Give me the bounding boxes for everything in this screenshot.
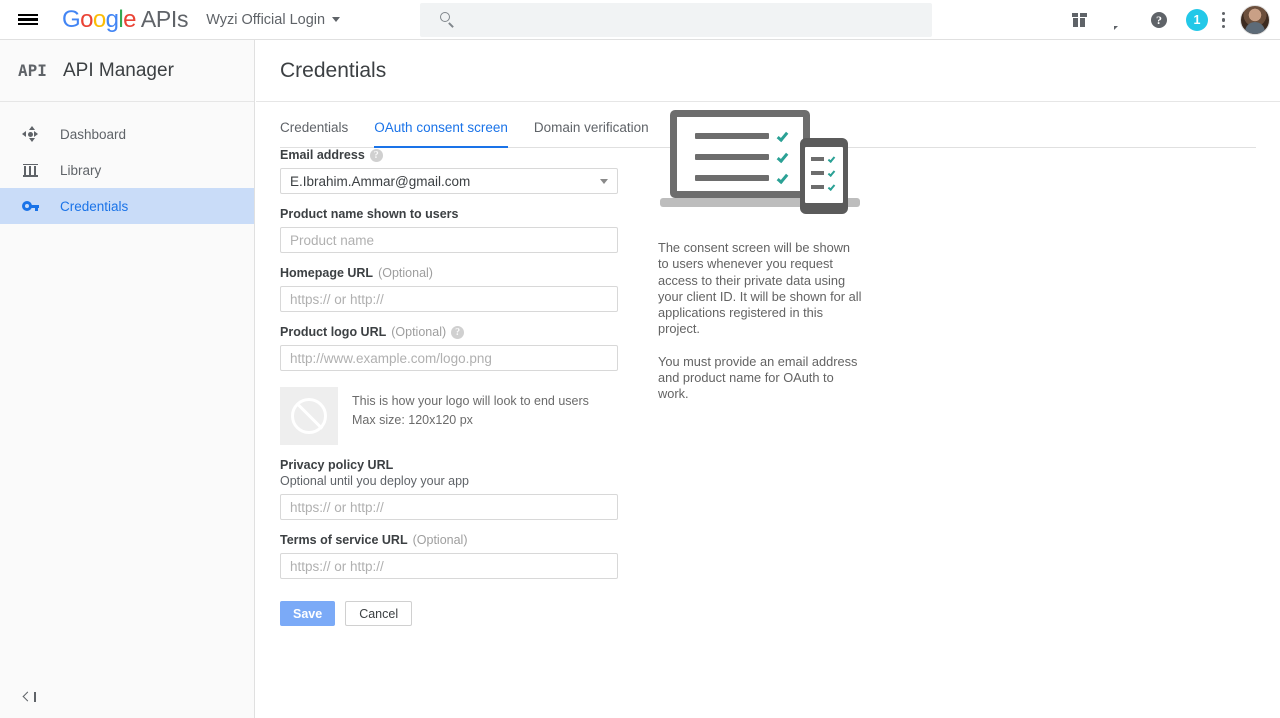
info-text-block: The consent screen will be shown to user… (658, 240, 863, 403)
help-circle-icon[interactable]: ? (369, 148, 383, 162)
product-name-label-text: Product name shown to users (280, 207, 459, 221)
main-content: Credentials Credentials OAuth consent sc… (256, 40, 1280, 718)
logo-preview-notes: This is how your logo will look to end u… (352, 387, 589, 430)
apis-wordmark: APIs (140, 5, 189, 32)
menu-bar (18, 18, 38, 21)
form-actions: Save Cancel (280, 601, 1280, 626)
top-app-bar: Google APIs Wyzi Official Login ? 1 (0, 0, 1280, 40)
notifications-icon[interactable] (1106, 7, 1132, 33)
chevron-down-icon (332, 17, 341, 22)
field-label: Privacy policy URL (280, 458, 1280, 472)
field-label: Terms of service URL (Optional) (280, 533, 1280, 547)
info-paragraph-1: The consent screen will be shown to user… (658, 240, 862, 337)
sidebar-item-credentials[interactable]: Credentials (0, 188, 254, 224)
sidebar-item-label: Dashboard (60, 126, 127, 142)
search-input[interactable] (470, 11, 910, 29)
logo-note-line2: Max size: 120x120 px (352, 413, 473, 427)
tab-credentials[interactable]: Credentials (280, 120, 348, 148)
privacy-policy-url-label-text: Privacy policy URL (280, 458, 394, 472)
dashboard-icon (0, 126, 60, 142)
sidebar-item-label: Credentials (60, 198, 129, 214)
chevron-down-icon (600, 179, 608, 184)
save-button[interactable]: Save (280, 601, 336, 626)
project-name-label: Wyzi Official Login (206, 11, 326, 28)
laptop-graphic (670, 110, 810, 198)
email-select[interactable]: E.Ibrahim.Ammar@gmail.com (280, 168, 618, 194)
sidebar: API API Manager Dashboard Library Creden… (0, 40, 255, 718)
menu-bar (18, 22, 38, 26)
sidebar-item-library[interactable]: Library (0, 152, 254, 188)
key-icon (0, 200, 60, 212)
email-selected-value: E.Ibrahim.Ammar@gmail.com (290, 173, 471, 189)
homepage-url-input[interactable] (280, 286, 618, 312)
help-icon[interactable]: ? (1146, 7, 1172, 33)
top-bar-actions: ? 1 (1066, 0, 1270, 40)
gift-icon[interactable] (1066, 7, 1092, 33)
field-terms-of-service-url: Terms of service URL (Optional) (280, 533, 1280, 579)
privacy-policy-sub-label: Optional until you deploy your app (280, 474, 470, 488)
product-logo-url-input[interactable] (280, 345, 618, 371)
info-paragraph-2: You must provide an email address and pr… (658, 353, 858, 402)
help-circle-icon[interactable]: ? (451, 325, 465, 339)
hamburger-menu-icon[interactable] (0, 0, 56, 40)
tab-domain-verification[interactable]: Domain verification (534, 120, 649, 148)
cancel-button[interactable]: Cancel (345, 601, 413, 626)
help-glyph: ? (1151, 12, 1167, 28)
product-name-input[interactable] (280, 227, 618, 253)
library-icon (0, 163, 60, 178)
project-selector[interactable]: Wyzi Official Login (206, 11, 341, 28)
sidebar-item-label: Library (60, 162, 102, 178)
privacy-policy-url-input[interactable] (280, 494, 618, 520)
google-apis-logo[interactable]: Google APIs (62, 6, 188, 34)
api-logo-badge: API (18, 61, 47, 80)
page-header: Credentials (256, 40, 1280, 102)
terms-of-service-url-input[interactable] (280, 553, 618, 579)
homepage-url-label-text: Homepage URL (280, 266, 374, 280)
terms-of-service-url-label-text: Terms of service URL (280, 533, 408, 547)
sidebar-item-dashboard[interactable]: Dashboard (0, 116, 254, 152)
info-panel: The consent screen will be shown to user… (658, 102, 888, 419)
logo-note-line1: This is how your logo will look to end u… (352, 394, 589, 408)
search-icon (440, 12, 456, 28)
tab-oauth-consent-screen[interactable]: OAuth consent screen (374, 120, 508, 148)
collapse-sidebar-icon[interactable] (0, 674, 255, 718)
phone-graphic (800, 138, 848, 214)
email-label-text: Email address (280, 148, 365, 162)
avatar[interactable] (1240, 5, 1270, 35)
more-vert-icon[interactable] (1222, 11, 1226, 29)
product-logo-url-label-text: Product logo URL (280, 325, 387, 339)
sidebar-title: API Manager (63, 59, 174, 81)
optional-tag: (Optional) (412, 533, 468, 547)
optional-tag: (Optional) (391, 325, 447, 339)
google-wordmark: Google (62, 5, 136, 33)
status-badge[interactable]: 1 (1186, 9, 1208, 31)
no-image-icon (280, 387, 338, 445)
field-privacy-policy-url: Privacy policy URL Optional until you de… (280, 458, 1280, 520)
optional-tag: (Optional) (378, 266, 433, 280)
search-bar[interactable] (420, 3, 932, 37)
menu-bar (18, 13, 38, 17)
sidebar-header: API API Manager (0, 40, 254, 102)
page-title: Credentials (280, 58, 387, 82)
devices-checklist-illustration (660, 102, 860, 214)
